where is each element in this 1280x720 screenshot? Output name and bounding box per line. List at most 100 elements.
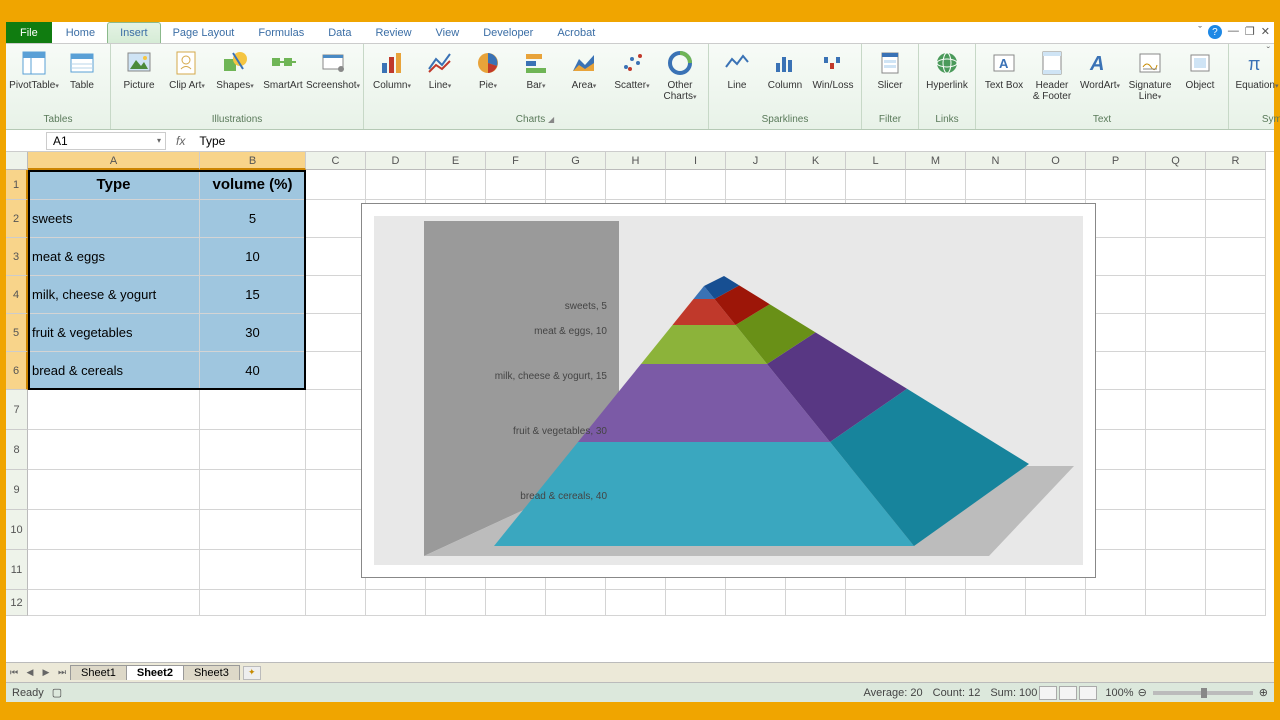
tab-developer[interactable]: Developer: [471, 22, 545, 43]
row-header[interactable]: 10: [6, 510, 28, 550]
cell[interactable]: [1146, 470, 1206, 510]
equation-button[interactable]: πEquation: [1235, 46, 1279, 93]
zoom-level[interactable]: 100%: [1105, 687, 1133, 699]
row-header[interactable]: 9: [6, 470, 28, 510]
cell[interactable]: [966, 170, 1026, 200]
cell[interactable]: [306, 510, 366, 550]
row-header[interactable]: 2: [6, 200, 28, 238]
cell[interactable]: [306, 314, 366, 352]
object-button[interactable]: Object: [1178, 46, 1222, 93]
cell[interactable]: [1026, 590, 1086, 616]
cell[interactable]: [1146, 430, 1206, 470]
shapes-button[interactable]: Shapes: [213, 46, 257, 93]
cell[interactable]: [306, 470, 366, 510]
cell[interactable]: [200, 390, 306, 430]
cell[interactable]: [200, 590, 306, 616]
chart-column-button[interactable]: Column: [370, 46, 414, 93]
cell[interactable]: [1206, 590, 1266, 616]
smartart-button[interactable]: SmartArt: [261, 46, 305, 93]
fx-icon[interactable]: fx: [176, 134, 185, 148]
cell[interactable]: [486, 590, 546, 616]
row-header[interactable]: 8: [6, 430, 28, 470]
column-header[interactable]: F: [486, 152, 546, 170]
cell[interactable]: [306, 390, 366, 430]
cell[interactable]: Type: [28, 170, 200, 200]
cell[interactable]: [1086, 590, 1146, 616]
tab-formulas[interactable]: Formulas: [246, 22, 316, 43]
macro-record-icon[interactable]: ▢: [52, 686, 62, 699]
row-header[interactable]: 6: [6, 352, 28, 390]
zoom-slider[interactable]: [1153, 691, 1253, 695]
cell[interactable]: [28, 430, 200, 470]
cell[interactable]: [28, 590, 200, 616]
sparkline-column-button[interactable]: Column: [763, 46, 807, 93]
new-sheet-icon[interactable]: ✦: [243, 666, 261, 680]
tab-acrobat[interactable]: Acrobat: [545, 22, 607, 43]
cell[interactable]: [1206, 470, 1266, 510]
sheet-nav-last-icon[interactable]: ⏭: [54, 667, 70, 678]
chart-scatter-button[interactable]: Scatter: [610, 46, 654, 93]
zoom-out-icon[interactable]: ⊖: [1138, 686, 1147, 699]
cell[interactable]: [1146, 314, 1206, 352]
column-header[interactable]: N: [966, 152, 1026, 170]
cell[interactable]: [1206, 314, 1266, 352]
cell[interactable]: milk, cheese & yogurt: [28, 276, 200, 314]
tab-insert[interactable]: Insert: [107, 22, 161, 43]
sheet-nav-next-icon[interactable]: ▶: [38, 667, 54, 678]
tab-review[interactable]: Review: [363, 22, 423, 43]
cell[interactable]: [1206, 390, 1266, 430]
clipart-button[interactable]: Clip Art: [165, 46, 209, 93]
cell[interactable]: 30: [200, 314, 306, 352]
column-header[interactable]: O: [1026, 152, 1086, 170]
cell[interactable]: [666, 170, 726, 200]
row-header[interactable]: 7: [6, 390, 28, 430]
row-header[interactable]: 5: [6, 314, 28, 352]
cell[interactable]: [666, 590, 726, 616]
help-icon[interactable]: ?: [1208, 25, 1222, 39]
sparkline-line-button[interactable]: Line: [715, 46, 759, 93]
cell[interactable]: [1206, 200, 1266, 238]
row-header[interactable]: 12: [6, 590, 28, 616]
column-header[interactable]: M: [906, 152, 966, 170]
name-box[interactable]: A1: [46, 132, 166, 150]
cell[interactable]: [28, 510, 200, 550]
cell[interactable]: [1146, 200, 1206, 238]
formula-input[interactable]: [195, 134, 1274, 148]
table-button[interactable]: Table: [60, 46, 104, 93]
cell[interactable]: [1206, 550, 1266, 590]
cell[interactable]: [1146, 390, 1206, 430]
chart-pie-button[interactable]: Pie: [466, 46, 510, 93]
hyperlink-button[interactable]: Hyperlink: [925, 46, 969, 93]
column-header[interactable]: R: [1206, 152, 1266, 170]
column-header[interactable]: Q: [1146, 152, 1206, 170]
row-header[interactable]: 4: [6, 276, 28, 314]
cell[interactable]: [726, 170, 786, 200]
cell[interactable]: [906, 590, 966, 616]
column-header[interactable]: B: [200, 152, 306, 170]
minimize-ribbon-icon[interactable]: ˇ: [1198, 25, 1202, 39]
cell[interactable]: 15: [200, 276, 306, 314]
cell[interactable]: 40: [200, 352, 306, 390]
cell[interactable]: [200, 510, 306, 550]
pivottable-button[interactable]: PivotTable: [12, 46, 56, 93]
cell[interactable]: [366, 590, 426, 616]
column-header[interactable]: L: [846, 152, 906, 170]
chart-other-button[interactable]: Other Charts: [658, 46, 702, 104]
row-header[interactable]: 3: [6, 238, 28, 276]
cell[interactable]: [1206, 352, 1266, 390]
cell[interactable]: [606, 170, 666, 200]
row-header[interactable]: 1: [6, 170, 28, 200]
cell[interactable]: [846, 590, 906, 616]
cell[interactable]: [306, 550, 366, 590]
column-header[interactable]: K: [786, 152, 846, 170]
cell[interactable]: [1206, 238, 1266, 276]
chart-bar-button[interactable]: Bar: [514, 46, 558, 93]
cell[interactable]: [726, 590, 786, 616]
cell[interactable]: [306, 352, 366, 390]
zoom-in-icon[interactable]: ⊕: [1259, 686, 1268, 699]
sheet-tab-2[interactable]: Sheet2: [126, 665, 184, 680]
column-header[interactable]: E: [426, 152, 486, 170]
screenshot-button[interactable]: Screenshot: [309, 46, 357, 93]
worksheet-grid[interactable]: ABCDEFGHIJKLMNOPQR 123456789101112 Typev…: [6, 152, 1274, 662]
cell[interactable]: [200, 430, 306, 470]
